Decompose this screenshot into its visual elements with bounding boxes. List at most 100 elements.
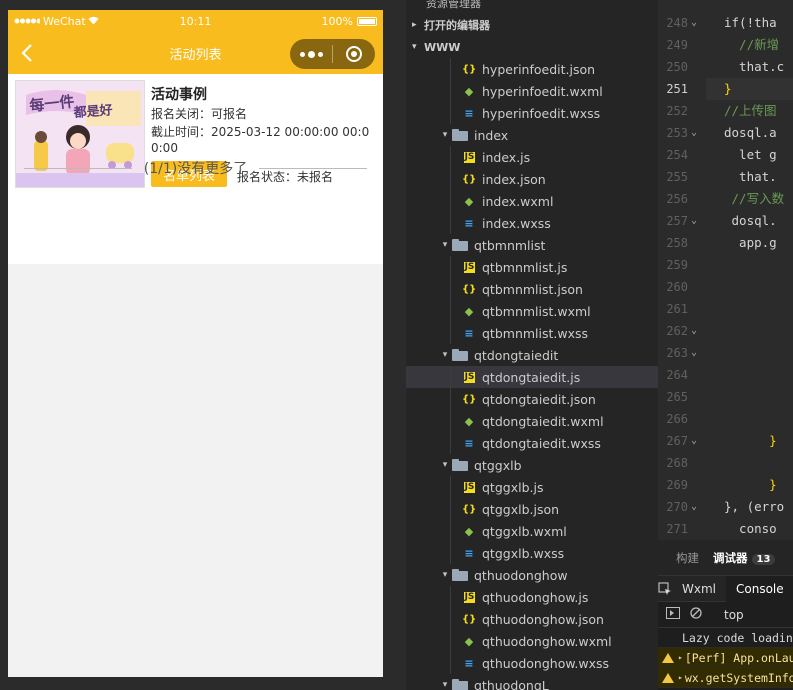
file-item[interactable]: {} index.json — [406, 168, 658, 190]
file-item[interactable]: {} hyperinfoedit.json — [406, 58, 658, 80]
chevron-down-icon: ▾ — [412, 42, 417, 52]
context-selector[interactable]: top — [724, 608, 744, 622]
file-item[interactable]: JS index.js — [406, 146, 658, 168]
more-button[interactable] — [290, 50, 332, 58]
indent-guide — [450, 58, 451, 80]
console-text: [Perf] App.onLau — [684, 650, 793, 665]
fold-toggle-icon[interactable]: ⌄ — [688, 496, 700, 518]
open-editors-label: 打开的编辑器 — [424, 19, 490, 32]
chevron-down-icon[interactable]: ▾ — [438, 680, 452, 690]
tree-item-label: qtdongtaiedit.json — [482, 391, 596, 407]
tab-debugger[interactable]: 调试器 13 — [709, 550, 785, 566]
tab-console[interactable]: Console — [726, 575, 793, 602]
line-number: 267 — [666, 434, 688, 448]
root-folder-section[interactable]: ▾ WWW — [406, 36, 658, 58]
fold-toggle-icon[interactable]: ⌄ — [688, 342, 700, 364]
file-tree: {} hyperinfoedit.json ◆ hyperinfoedit.wxml ≡… — [406, 58, 658, 690]
expand-icon[interactable]: ▸ — [678, 653, 683, 662]
file-item[interactable]: ≡ qthuodonghow.wxss — [406, 652, 658, 674]
tree-item-label: qtbmnmlist — [474, 237, 546, 253]
json-file-icon: {} — [462, 503, 477, 515]
wxml-file-icon: ◆ — [464, 304, 474, 318]
fold-toggle-icon[interactable]: ⌄ — [688, 122, 700, 144]
file-item[interactable]: {} qtggxlb.json — [406, 498, 658, 520]
expand-icon[interactable]: ▸ — [678, 673, 683, 682]
tab-wxml[interactable]: Wxml — [672, 576, 726, 602]
activity-title[interactable]: 活动事例 — [151, 84, 207, 104]
file-item[interactable]: ≡ hyperinfoedit.wxss — [406, 102, 658, 124]
code-line: that.c — [724, 59, 785, 74]
chevron-down-icon[interactable]: ▾ — [438, 240, 452, 250]
wxss-file-icon: ≡ — [464, 546, 474, 560]
file-item[interactable]: {} qthuodonghow.json — [406, 608, 658, 630]
tab-build[interactable]: 构建 — [658, 550, 709, 566]
file-item[interactable]: ◆ index.wxml — [406, 190, 658, 212]
folder-item[interactable]: ▾ qtdongtaiedit — [406, 344, 658, 366]
line-number: 264 — [666, 368, 688, 382]
indent-guide — [450, 146, 451, 168]
console-warning[interactable]: ▸ [Perf] App.onLau — [658, 648, 793, 668]
fold-toggle-icon[interactable]: ⌄ — [688, 12, 700, 34]
file-item[interactable]: JS qtbmnmlist.js — [406, 256, 658, 278]
file-item[interactable]: ≡ index.wxss — [406, 212, 658, 234]
js-file-icon: JS — [464, 481, 475, 493]
record-icon — [346, 46, 362, 62]
file-item[interactable]: JS qtdongtaiedit.js — [406, 366, 658, 388]
chevron-down-icon[interactable]: ▾ — [438, 350, 452, 360]
fold-toggle-icon[interactable]: ⌄ — [688, 210, 700, 232]
code-line: that. — [724, 169, 777, 184]
fold-toggle-icon[interactable]: ⌄ — [688, 430, 700, 452]
chevron-down-icon[interactable]: ▾ — [438, 460, 452, 470]
file-item[interactable]: ≡ qtdongtaiedit.wxss — [406, 432, 658, 454]
file-item[interactable]: ◆ qtbmnmlist.wxml — [406, 300, 658, 322]
close-miniprogram-button[interactable] — [333, 46, 375, 62]
file-item[interactable]: {} qtbmnmlist.json — [406, 278, 658, 300]
no-more-text: (1/1)没有更多了 — [143, 161, 248, 177]
line-number: 260 — [666, 280, 688, 294]
clear-console-icon[interactable] — [690, 607, 702, 622]
file-item[interactable]: JS qtggxlb.js — [406, 476, 658, 498]
line-number: 266 — [666, 412, 688, 426]
line-number: 252 — [666, 104, 688, 118]
file-item[interactable]: ≡ qtggxlb.wxss — [406, 542, 658, 564]
chevron-down-icon[interactable]: ▾ — [438, 130, 452, 140]
file-explorer: 资源管理器 ▸ 打开的编辑器 ▾ WWW {} hyperinfoedit.jso… — [406, 0, 658, 690]
open-editors-section[interactable]: ▸ 打开的编辑器 — [406, 14, 658, 36]
inspect-element-icon[interactable] — [658, 581, 672, 596]
folder-icon — [452, 679, 468, 690]
code-editor[interactable]: 242248⌄if(!tha249 //新增250 that.c251}252/… — [658, 0, 793, 540]
wxml-file-icon: ◆ — [464, 634, 474, 648]
indent-guide — [450, 652, 451, 674]
code-line: //上传图 — [724, 103, 777, 118]
folder-item[interactable]: ▾ qtbmnmlist — [406, 234, 658, 256]
sidebar-toggle-icon[interactable] — [666, 607, 680, 622]
console-warning[interactable]: ▸ wx.getSystemInfo — [658, 668, 793, 688]
tree-item-label: hyperinfoedit.wxml — [482, 83, 603, 99]
back-button[interactable] — [12, 32, 42, 74]
file-item[interactable]: {} qtdongtaiedit.json — [406, 388, 658, 410]
folder-item[interactable]: ▾ qthuodonghow — [406, 564, 658, 586]
file-item[interactable]: ≡ qtbmnmlist.wxss — [406, 322, 658, 344]
file-item[interactable]: ◆ qthuodonghow.wxml — [406, 630, 658, 652]
wxss-file-icon: ≡ — [464, 436, 474, 450]
folder-item[interactable]: ▾ index — [406, 124, 658, 146]
file-item[interactable]: JS qthuodonghow.js — [406, 586, 658, 608]
chevron-down-icon[interactable]: ▾ — [438, 570, 452, 580]
folder-icon — [452, 459, 468, 471]
fold-toggle-icon[interactable]: ⌄ — [688, 320, 700, 342]
tree-item-label: index — [474, 127, 509, 143]
folder-item[interactable]: ▾ qtggxlb — [406, 454, 658, 476]
tree-item-label: qthuodonghow.js — [482, 589, 589, 605]
console-message[interactable]: Lazy code loading — [658, 628, 793, 648]
json-file-icon: {} — [462, 173, 477, 185]
folder-item[interactable]: ▾ qthuodongL — [406, 674, 658, 690]
file-item[interactable]: ◆ qtggxlb.wxml — [406, 520, 658, 542]
code-line: //写入数 — [724, 191, 785, 206]
file-item[interactable]: ◆ qtdongtaiedit.wxml — [406, 410, 658, 432]
tree-item-label: qthuodonghow — [474, 567, 568, 583]
line-number: 258 — [666, 236, 688, 250]
indent-guide — [450, 278, 451, 300]
file-item[interactable]: ◆ hyperinfoedit.wxml — [406, 80, 658, 102]
folder-icon — [452, 569, 468, 581]
indent-guide — [450, 190, 451, 212]
